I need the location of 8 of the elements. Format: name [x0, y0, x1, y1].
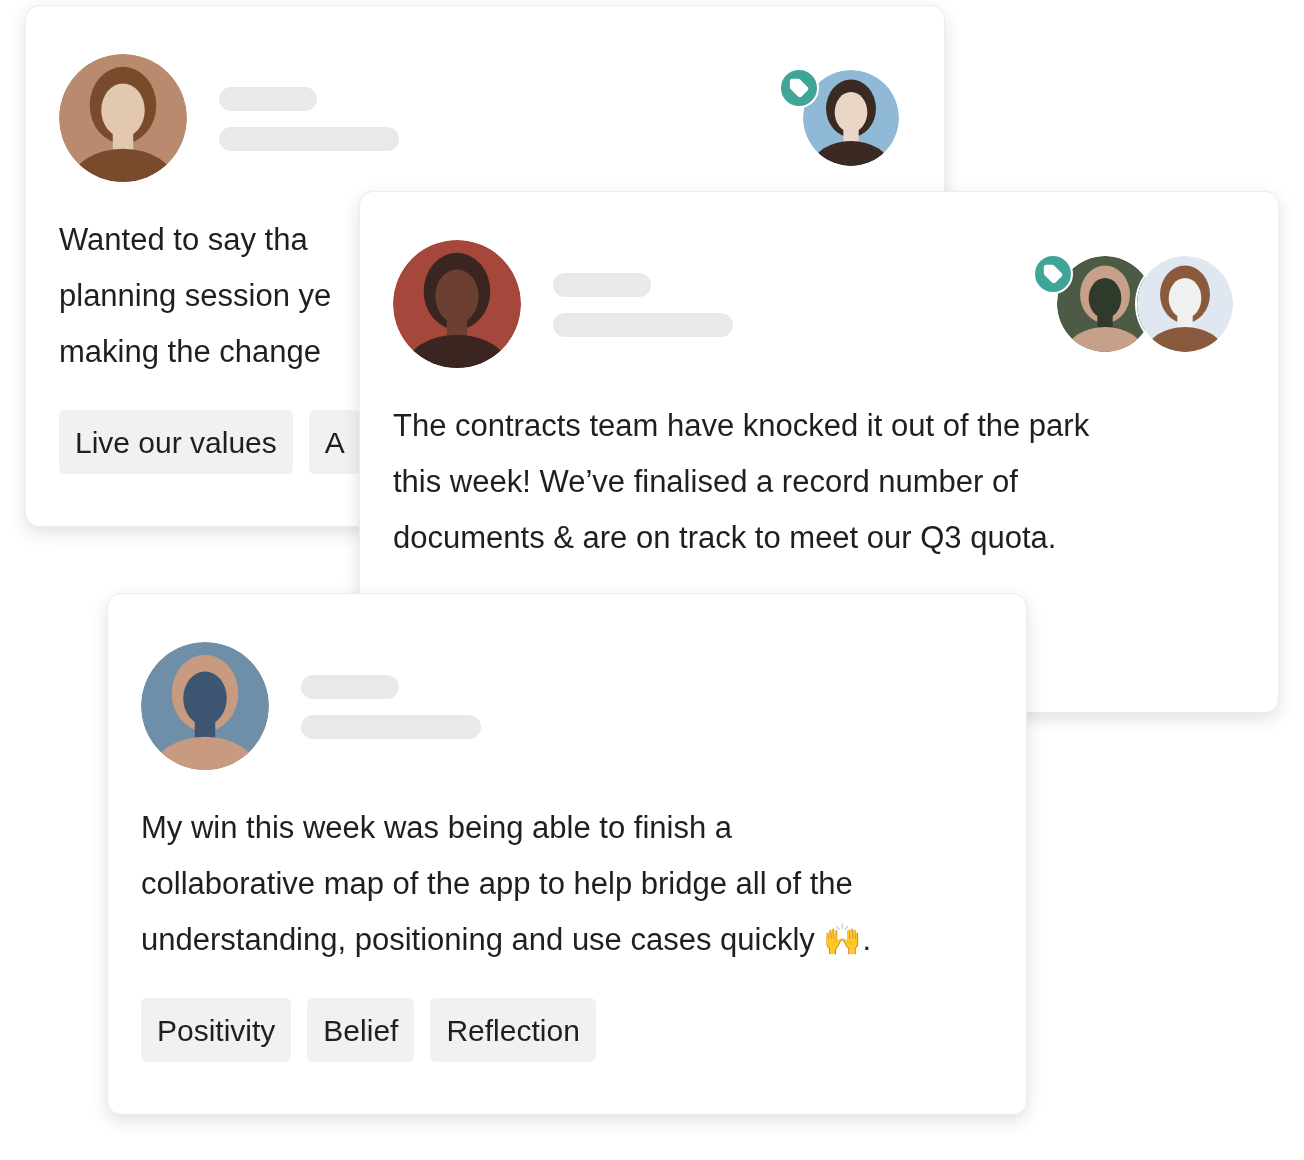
value-tag: Belief: [307, 998, 415, 1062]
post-message: The contracts team have knocked it out of the park this week! We’ve finalised a record number of documents & are on track to meet our Q3 quota.: [393, 407, 1090, 557]
value-tag: Positivity: [141, 998, 292, 1062]
post-message: Wanted to say tha planning session ye making the change: [59, 221, 332, 371]
value-tag: A: [308, 410, 361, 474]
value-tag: Live our values: [59, 410, 293, 474]
post-message: My win this week was being able to finish a collaborative map of the app to help bridge all of the understanding, positioning and use cases quickly 🙌.: [141, 809, 872, 959]
value-tag: Reflection: [430, 998, 596, 1062]
